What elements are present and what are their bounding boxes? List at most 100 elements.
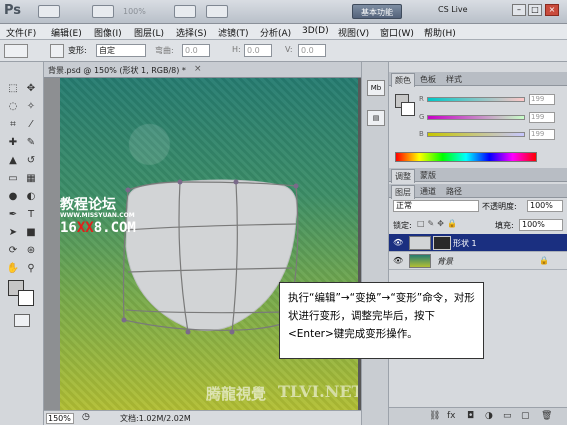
3d-rotate-icon[interactable]: ⟳	[6, 244, 20, 258]
crop-tool-icon[interactable]: ⌗	[6, 118, 20, 132]
lock-icons[interactable]: □✎✥🔒	[417, 219, 460, 228]
h-distort-input[interactable]: 0.0	[244, 44, 272, 57]
new-group-icon[interactable]: ▭	[503, 411, 512, 421]
fill-input[interactable]: 100%	[519, 219, 563, 231]
mini-bridge-icon[interactable]: Mb	[367, 80, 385, 96]
tab-channels[interactable]: 通道	[417, 185, 439, 198]
red-value[interactable]: 199	[529, 94, 555, 105]
screen-mode-icon[interactable]	[206, 5, 228, 18]
green-track[interactable]	[427, 115, 525, 120]
arrange-documents-icon[interactable]	[174, 5, 196, 18]
watermark-brand-cn: 腾龍視覺	[206, 385, 267, 403]
layer-style-icon[interactable]: fx	[447, 411, 456, 421]
stamp-tool-icon[interactable]: ▲	[6, 154, 20, 168]
menu-filter[interactable]: 滤镜(T)	[218, 26, 249, 39]
view-extras-icon[interactable]	[92, 5, 114, 18]
color-panel-background[interactable]	[401, 102, 415, 116]
background-color-swatch[interactable]	[18, 290, 34, 306]
canvas[interactable]: 教程论坛 WWW.MISSYUAN.COM 16XX8.COM 腾龍視覺 TLV…	[60, 78, 358, 410]
close-document-icon[interactable]: ×	[194, 64, 202, 74]
menu-view[interactable]: 视图(V)	[338, 26, 369, 39]
menu-window[interactable]: 窗口(W)	[380, 26, 414, 39]
eye-icon[interactable]: 👁	[393, 238, 403, 247]
gradient-tool-icon[interactable]: ▦	[24, 172, 38, 186]
tab-paths[interactable]: 路径	[443, 185, 465, 198]
warp-shape-svg[interactable]	[60, 78, 358, 410]
menu-help[interactable]: 帮助(H)	[424, 26, 456, 39]
blend-mode-select[interactable]: 正常	[393, 200, 479, 212]
vector-mask-thumbnail[interactable]	[433, 236, 451, 250]
layer-name[interactable]: 形状 1	[453, 238, 477, 249]
tab-styles[interactable]: 样式	[443, 73, 465, 86]
green-slider[interactable]: G 199	[419, 112, 559, 123]
eye-icon[interactable]: 👁	[393, 256, 403, 265]
menu-file[interactable]: 文件(F)	[6, 26, 36, 39]
opacity-input[interactable]: 100%	[527, 200, 563, 212]
minimize-icon[interactable]: –	[512, 4, 526, 16]
magic-wand-icon[interactable]: ✧	[24, 100, 38, 114]
adjustment-layer-icon[interactable]: ◑	[485, 411, 493, 421]
path-select-icon[interactable]: ➤	[6, 226, 20, 240]
lasso-tool-icon[interactable]: ◌	[6, 100, 20, 114]
new-layer-icon[interactable]: ▢	[521, 411, 530, 421]
3d-orbit-icon[interactable]: ⊛	[24, 244, 38, 258]
warp-style-select[interactable]: 自定	[96, 44, 146, 57]
blue-slider[interactable]: B 199	[419, 129, 559, 140]
move-tool-icon[interactable]: ✥	[24, 82, 38, 96]
red-track[interactable]	[427, 97, 525, 102]
options-bar: 变形: 自定 弯曲: 0.0 H: 0.0 V: 0.0	[0, 40, 567, 62]
menu-image[interactable]: 图像(I)	[94, 26, 122, 39]
quick-mask-icon[interactable]	[14, 314, 30, 327]
menu-select[interactable]: 选择(S)	[176, 26, 207, 39]
tab-swatches[interactable]: 色板	[417, 73, 439, 86]
eraser-tool-icon[interactable]: ▭	[6, 172, 20, 186]
shape-1[interactable]	[125, 179, 298, 332]
eyedropper-icon[interactable]: ⁄	[24, 118, 38, 132]
bend-input[interactable]: 0.0	[182, 44, 210, 57]
pen-tool-icon[interactable]: ✒	[6, 208, 20, 222]
color-spectrum[interactable]	[395, 152, 537, 162]
close-icon[interactable]: ×	[545, 4, 559, 16]
layers-panel-tabs: 图层 通道 路径	[389, 184, 567, 199]
red-slider[interactable]: R 199	[419, 94, 559, 105]
blur-tool-icon[interactable]: ●	[6, 190, 20, 204]
workspace-button[interactable]: 基本功能	[352, 4, 402, 19]
zoom-input[interactable]: 150%	[46, 413, 74, 424]
brush-tool-icon[interactable]: ✎	[24, 136, 38, 150]
reference-point-icon[interactable]	[50, 44, 64, 58]
blue-value[interactable]: 199	[529, 129, 555, 140]
tab-adjustments[interactable]: 调整	[391, 169, 415, 183]
hand-tool-icon[interactable]: ✋	[6, 262, 20, 276]
green-value[interactable]: 199	[529, 112, 555, 123]
layer-name[interactable]: 背景	[437, 256, 453, 267]
marquee-tool-icon[interactable]: ⬚	[6, 82, 20, 96]
add-mask-icon[interactable]: ◘	[467, 411, 474, 421]
history-panel-icon[interactable]: ▤	[367, 110, 385, 126]
maximize-icon[interactable]: □	[528, 4, 542, 16]
tab-layers[interactable]: 图层	[391, 185, 415, 199]
menu-edit[interactable]: 编辑(E)	[51, 26, 82, 39]
zoom-level-select[interactable]: 100%	[120, 5, 162, 18]
zoom-tool-icon[interactable]: ⚲	[24, 262, 38, 276]
link-layers-icon[interactable]: ⛓	[429, 411, 440, 421]
menu-analysis[interactable]: 分析(A)	[260, 26, 291, 39]
layer-row-background[interactable]: 👁 背景 🔒	[389, 252, 567, 270]
cs-live-button[interactable]: CS Live	[438, 5, 468, 14]
bridge-icon[interactable]	[38, 5, 60, 18]
document-tab[interactable]: 背景.psd @ 150% (形状 1, RGB/8) * ×	[44, 62, 361, 78]
blue-track[interactable]	[427, 132, 525, 137]
tool-preset-icon[interactable]	[4, 44, 28, 58]
menu-3d[interactable]: 3D(D)	[302, 26, 329, 36]
healing-brush-icon[interactable]: ✚	[6, 136, 20, 150]
type-tool-icon[interactable]: T	[24, 208, 38, 222]
status-info-icon[interactable]: ◷	[82, 412, 90, 422]
tab-color[interactable]: 颜色	[391, 73, 415, 87]
shape-tool-icon[interactable]: ■	[24, 226, 38, 240]
delete-layer-icon[interactable]: 🗑	[541, 411, 552, 421]
dodge-tool-icon[interactable]: ◐	[24, 190, 38, 204]
history-brush-icon[interactable]: ↺	[24, 154, 38, 168]
menu-layer[interactable]: 图层(L)	[134, 26, 164, 39]
tab-masks[interactable]: 蒙版	[417, 169, 439, 182]
v-distort-input[interactable]: 0.0	[298, 44, 326, 57]
layer-row-shape[interactable]: 👁 形状 1	[389, 234, 567, 252]
